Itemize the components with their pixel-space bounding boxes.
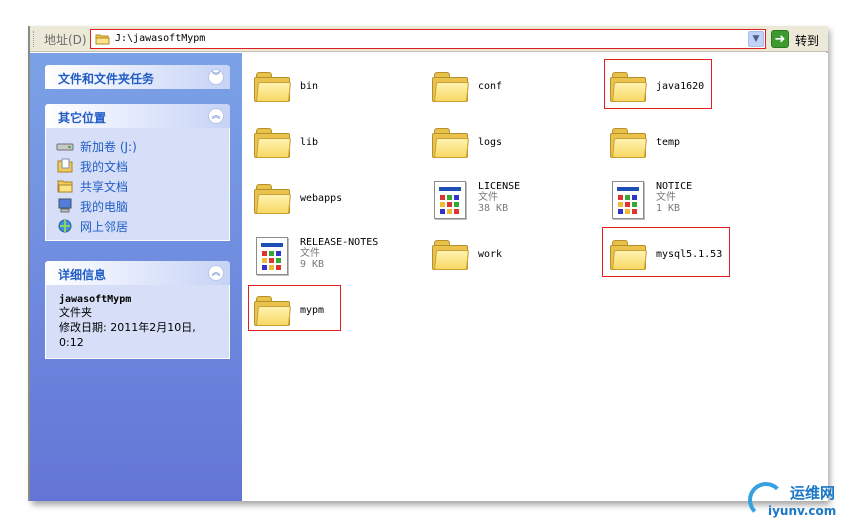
chevron-double-down-icon[interactable]: ︾ (208, 69, 224, 85)
other-places-header[interactable]: 其它位置 ︽ (45, 104, 230, 128)
folder-icon (608, 123, 648, 163)
details-name: jawasoftMypm (59, 294, 132, 305)
address-label: 地址(D) (44, 33, 87, 47)
chevron-double-up-icon[interactable]: ︽ (208, 265, 224, 281)
place-item-drive[interactable]: 新加卷 (J:) (56, 136, 219, 156)
panel-title: 其它位置 (58, 111, 107, 125)
file-name: work (478, 249, 503, 260)
watermark-url: iyunv.com (768, 504, 837, 518)
document-icon (252, 235, 292, 275)
file-size: 38 KB (478, 203, 509, 214)
file-item-notice[interactable]: NOTICE 文件 1 KB (608, 179, 692, 219)
place-label: 新加卷 (J:) (80, 139, 137, 154)
address-bar: 地址(D) J:\jawasoftMypm ▼ ➜ 转到 (30, 26, 828, 52)
folder-icon (430, 235, 470, 275)
place-label: 我的文档 (80, 159, 129, 174)
place-item-my-computer[interactable]: 我的电脑 (56, 196, 219, 216)
my-documents-icon (56, 158, 74, 174)
place-label: 共享文档 (80, 179, 129, 194)
file-list: bin conf java1620 lib logs temp webapps (242, 53, 828, 501)
details-modified: 修改日期: 2011年2月10日, (59, 321, 196, 334)
folder-icon (430, 123, 470, 163)
file-name: webapps (300, 193, 343, 204)
task-pane: 文件和文件夹任务 ︾ 其它位置 ︽ 新加卷 (J:) 我的文档 共享文档 我的电… (30, 53, 242, 501)
file-name: conf (478, 81, 503, 92)
watermark-logo: 运维网 iyunv.com (748, 480, 848, 524)
document-icon (430, 179, 470, 219)
panel-title: 文件和文件夹任务 (58, 72, 155, 86)
panel-title: 详细信息 (58, 268, 107, 282)
address-input[interactable]: J:\jawasoftMypm ▼ (90, 29, 766, 49)
folder-icon (252, 179, 292, 219)
file-type: 文件 (656, 192, 676, 203)
file-name: NOTICE (656, 181, 693, 192)
file-type: 文件 (300, 248, 320, 259)
folder-icon (430, 67, 470, 107)
folder-item-bin[interactable]: bin (252, 67, 318, 107)
details-body: jawasoftMypm 文件夹 修改日期: 2011年2月10日, 0:12 (45, 285, 230, 359)
file-name: bin (300, 81, 319, 92)
my-computer-icon (56, 198, 74, 214)
file-type: 文件 (478, 192, 498, 203)
folder-item-logs[interactable]: logs (430, 123, 502, 163)
folder-item-work[interactable]: work (430, 235, 502, 275)
drive-icon (56, 138, 74, 154)
chevron-down-icon[interactable]: ▼ (748, 31, 764, 47)
shared-folder-icon (56, 178, 74, 194)
arrow-right-icon: ➜ (771, 30, 789, 48)
go-button-label: 转到 (795, 34, 820, 48)
file-size: 1 KB (656, 203, 681, 214)
other-places-list: 新加卷 (J:) 我的文档 共享文档 我的电脑 网上邻居 (45, 128, 230, 241)
file-name: LICENSE (478, 181, 521, 192)
chevron-double-up-icon[interactable]: ︽ (208, 108, 224, 124)
place-label: 我的电脑 (80, 199, 129, 214)
network-icon (56, 218, 74, 234)
folder-item-lib[interactable]: lib (252, 123, 318, 163)
highlight-box (248, 285, 341, 331)
details-modified-time: 0:12 (59, 336, 84, 349)
document-icon (608, 179, 648, 219)
toolbar-grip[interactable] (33, 31, 36, 47)
file-folder-tasks-header[interactable]: 文件和文件夹任务 ︾ (45, 65, 230, 89)
folder-icon (252, 123, 292, 163)
go-button[interactable]: ➜ 转到 (771, 29, 823, 49)
other-places-panel: 其它位置 ︽ 新加卷 (J:) 我的文档 共享文档 我的电脑 网上邻居 (45, 104, 230, 241)
file-name: RELEASE-NOTES (300, 237, 379, 248)
folder-item-webapps[interactable]: webapps (252, 179, 342, 219)
details-panel: 详细信息 ︽ jawasoftMypm 文件夹 修改日期: 2011年2月10日… (45, 261, 230, 359)
folder-item-conf[interactable]: conf (430, 67, 502, 107)
file-size: 9 KB (300, 259, 325, 270)
details-header[interactable]: 详细信息 ︽ (45, 261, 230, 285)
file-item-license[interactable]: LICENSE 文件 38 KB (430, 179, 520, 219)
place-item-network[interactable]: 网上邻居 (56, 216, 219, 236)
highlight-box (604, 59, 712, 109)
folder-icon (95, 33, 110, 48)
place-item-shared-documents[interactable]: 共享文档 (56, 176, 219, 196)
file-folder-tasks-panel: 文件和文件夹任务 ︾ (45, 65, 230, 89)
explorer-window: 地址(D) J:\jawasoftMypm ▼ ➜ 转到 文件和文件夹任务 ︾ (28, 26, 828, 501)
details-type: 文件夹 (59, 306, 92, 319)
file-name: lib (300, 137, 319, 148)
file-name: logs (478, 137, 503, 148)
folder-item-temp[interactable]: temp (608, 123, 680, 163)
place-label: 网上邻居 (80, 219, 129, 234)
address-path: J:\jawasoftMypm (115, 33, 206, 44)
file-item-release-notes[interactable]: RELEASE-NOTES 文件 9 KB (252, 235, 378, 275)
place-item-my-documents[interactable]: 我的文档 (56, 156, 219, 176)
highlight-box (602, 227, 730, 277)
watermark-cn: 运维网 (790, 484, 836, 502)
folder-icon (252, 67, 292, 107)
file-name: temp (656, 137, 681, 148)
